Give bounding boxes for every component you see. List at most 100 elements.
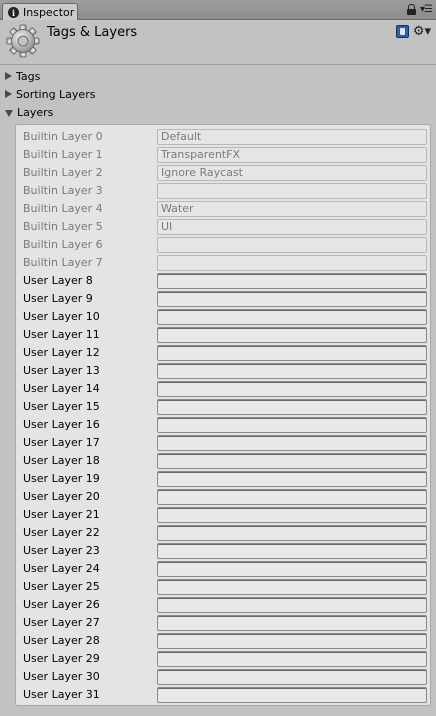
header-actions: ⚙▾ bbox=[395, 25, 431, 38]
user-layer-name-field[interactable] bbox=[157, 273, 427, 289]
user-layer-name-field[interactable] bbox=[157, 597, 427, 613]
foldout-tags[interactable]: Tags bbox=[5, 68, 40, 84]
expanded-arrow-icon bbox=[5, 109, 13, 117]
layer-row: Builtin Layer 1 TransparentFX bbox=[16, 146, 430, 164]
tab-inspector-label: Inspector bbox=[23, 6, 75, 19]
foldout-tags-label: Tags bbox=[16, 69, 41, 83]
user-layer-name-field[interactable] bbox=[157, 687, 427, 703]
layer-label: User Layer 11 bbox=[23, 328, 100, 341]
user-layer-name-field[interactable] bbox=[157, 543, 427, 559]
user-layer-name-field[interactable] bbox=[157, 489, 427, 505]
layer-row: User Layer 13 bbox=[16, 362, 430, 380]
layer-label: User Layer 21 bbox=[23, 508, 100, 521]
tab-controls: ▾☰ bbox=[407, 4, 433, 15]
foldout-layers[interactable]: Layers bbox=[5, 104, 53, 120]
layer-row: User Layer 23 bbox=[16, 542, 430, 560]
collapsed-arrow-icon bbox=[5, 90, 12, 98]
user-layer-name-field[interactable] bbox=[157, 345, 427, 361]
foldout-layers-label: Layers bbox=[17, 105, 54, 119]
layer-label: User Layer 8 bbox=[23, 274, 93, 287]
user-layer-name-field[interactable] bbox=[157, 651, 427, 667]
user-layer-name-field[interactable] bbox=[157, 579, 427, 595]
layer-row: User Layer 31 bbox=[16, 686, 430, 704]
layer-label: User Layer 18 bbox=[23, 454, 100, 467]
layer-label: User Layer 16 bbox=[23, 418, 100, 431]
user-layer-name-field[interactable] bbox=[157, 615, 427, 631]
lock-icon[interactable] bbox=[407, 4, 417, 15]
layer-row: User Layer 24 bbox=[16, 560, 430, 578]
user-layer-name-field[interactable] bbox=[157, 453, 427, 469]
layer-row: Builtin Layer 3 bbox=[16, 182, 430, 200]
layer-row: Builtin Layer 2 Ignore Raycast bbox=[16, 164, 430, 182]
layer-label: User Layer 29 bbox=[23, 652, 100, 665]
layer-label: User Layer 25 bbox=[23, 580, 100, 593]
user-layer-name-field[interactable] bbox=[157, 291, 427, 307]
layer-label: User Layer 24 bbox=[23, 562, 100, 575]
foldout-sorting-layers[interactable]: Sorting Layers bbox=[5, 86, 95, 102]
layer-label: User Layer 26 bbox=[23, 598, 100, 611]
user-layer-name-field[interactable] bbox=[157, 309, 427, 325]
menu-icon[interactable]: ▾☰ bbox=[420, 4, 433, 15]
layer-label: User Layer 28 bbox=[23, 634, 100, 647]
settings-gear-icon[interactable]: ⚙▾ bbox=[413, 25, 431, 38]
user-layer-name-field[interactable] bbox=[157, 327, 427, 343]
layer-row: Builtin Layer 6 bbox=[16, 236, 430, 254]
user-layer-name-field[interactable] bbox=[157, 399, 427, 415]
layer-label: User Layer 27 bbox=[23, 616, 100, 629]
layer-row: User Layer 14 bbox=[16, 380, 430, 398]
user-layer-name-field[interactable] bbox=[157, 435, 427, 451]
layer-label: User Layer 12 bbox=[23, 346, 100, 359]
layer-label: Builtin Layer 5 bbox=[23, 220, 103, 233]
user-layer-name-field[interactable] bbox=[157, 381, 427, 397]
layer-label: User Layer 31 bbox=[23, 688, 100, 701]
layer-row: User Layer 21 bbox=[16, 506, 430, 524]
collapsed-arrow-icon bbox=[5, 72, 12, 80]
layer-row: User Layer 27 bbox=[16, 614, 430, 632]
builtin-layer-name-field bbox=[157, 183, 427, 199]
layer-row: User Layer 18 bbox=[16, 452, 430, 470]
user-layer-name-field[interactable] bbox=[157, 471, 427, 487]
layer-row: User Layer 11 bbox=[16, 326, 430, 344]
layer-label: Builtin Layer 3 bbox=[23, 184, 103, 197]
layer-label: User Layer 10 bbox=[23, 310, 100, 323]
layer-row: User Layer 12 bbox=[16, 344, 430, 362]
user-layer-name-field[interactable] bbox=[157, 525, 427, 541]
gear-icon bbox=[6, 24, 40, 58]
layer-label: Builtin Layer 1 bbox=[23, 148, 103, 161]
page-title: Tags & Layers bbox=[47, 25, 138, 40]
layer-row: User Layer 19 bbox=[16, 470, 430, 488]
layer-label: Builtin Layer 6 bbox=[23, 238, 103, 251]
layer-label: User Layer 20 bbox=[23, 490, 100, 503]
layer-row: Builtin Layer 5 UI bbox=[16, 218, 430, 236]
layer-label: User Layer 9 bbox=[23, 292, 93, 305]
layer-row: User Layer 22 bbox=[16, 524, 430, 542]
user-layer-name-field[interactable] bbox=[157, 363, 427, 379]
user-layer-name-field[interactable] bbox=[157, 507, 427, 523]
layer-row: User Layer 16 bbox=[16, 416, 430, 434]
tab-inspector[interactable]: i Inspector bbox=[2, 3, 78, 21]
info-icon: i bbox=[8, 7, 19, 18]
layer-row: User Layer 28 bbox=[16, 632, 430, 650]
layer-row: User Layer 30 bbox=[16, 668, 430, 686]
layer-row: User Layer 15 bbox=[16, 398, 430, 416]
user-layer-name-field[interactable] bbox=[157, 561, 427, 577]
layers-list: Builtin Layer 0 Default Builtin Layer 1 Tra… bbox=[15, 124, 431, 706]
layer-label: User Layer 22 bbox=[23, 526, 100, 539]
builtin-layer-name-field: Default bbox=[157, 129, 427, 145]
help-book-icon[interactable] bbox=[395, 25, 409, 38]
layer-row: User Layer 20 bbox=[16, 488, 430, 506]
layer-row: User Layer 10 bbox=[16, 308, 430, 326]
layer-label: User Layer 15 bbox=[23, 400, 100, 413]
user-layer-name-field[interactable] bbox=[157, 417, 427, 433]
foldout-sorting-layers-label: Sorting Layers bbox=[16, 87, 96, 101]
layer-row: User Layer 8 bbox=[16, 272, 430, 290]
builtin-layer-name-field: Ignore Raycast bbox=[157, 165, 427, 181]
layer-label: Builtin Layer 4 bbox=[23, 202, 103, 215]
layer-row: User Layer 17 bbox=[16, 434, 430, 452]
layer-label: User Layer 13 bbox=[23, 364, 100, 377]
user-layer-name-field[interactable] bbox=[157, 669, 427, 685]
layer-label: User Layer 19 bbox=[23, 472, 100, 485]
user-layer-name-field[interactable] bbox=[157, 633, 427, 649]
builtin-layer-name-field: TransparentFX bbox=[157, 147, 427, 163]
layer-row: User Layer 9 bbox=[16, 290, 430, 308]
